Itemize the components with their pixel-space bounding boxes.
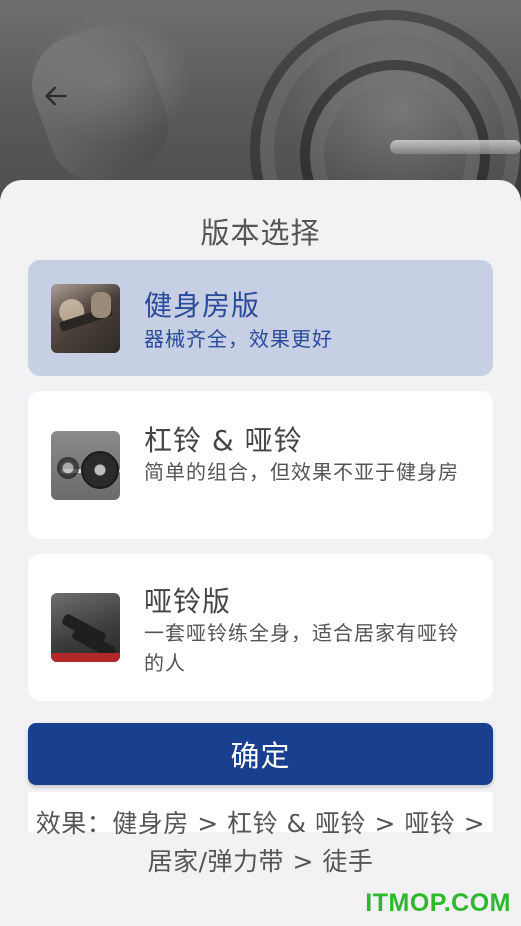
- option-card-gym[interactable]: 健身房版 器械齐全，效果更好: [28, 260, 493, 376]
- option-title: 哑铃版: [144, 585, 232, 618]
- effect-ranking-note: 效果：健身房 > 杠铃 & 哑铃 > 哑铃 > 居家/弹力带 > 徒手: [35, 809, 486, 876]
- sheet-title: 版本选择: [200, 216, 321, 250]
- barbell-shape: [390, 140, 521, 154]
- version-select-screen: 版本选择 健身房版 器械齐全，效果更好 杠铃 & 哑铃 简单的组合，但效果不亚于…: [0, 0, 521, 926]
- bottom-sheet: 版本选择 健身房版 器械齐全，效果更好 杠铃 & 哑铃 简单的组合，但效果不亚于…: [0, 180, 521, 926]
- option-card-barbell-dumbbell[interactable]: 杠铃 & 哑铃 简单的组合，但效果不亚于健身房: [28, 391, 493, 539]
- option-description: 器械齐全，效果更好: [144, 327, 333, 351]
- barbell-thumbnail: [51, 431, 120, 500]
- option-card-dumbbell[interactable]: 哑铃版 一套哑铃练全身，适合居家有哑铃的人: [28, 554, 493, 701]
- confirm-button[interactable]: 确定: [28, 723, 493, 785]
- option-description: 一套哑铃练全身，适合居家有哑铃的人: [144, 621, 459, 675]
- option-title: 杠铃 & 哑铃: [144, 424, 303, 457]
- gym-machine-thumbnail: [51, 284, 120, 353]
- option-description: 简单的组合，但效果不亚于健身房: [144, 460, 459, 484]
- dumbbell-thumbnail: [51, 593, 120, 662]
- back-button[interactable]: [36, 80, 76, 112]
- watermark: ITMOP.COM: [365, 889, 511, 917]
- arrow-left-icon: [45, 86, 67, 106]
- option-title: 健身房版: [144, 289, 261, 322]
